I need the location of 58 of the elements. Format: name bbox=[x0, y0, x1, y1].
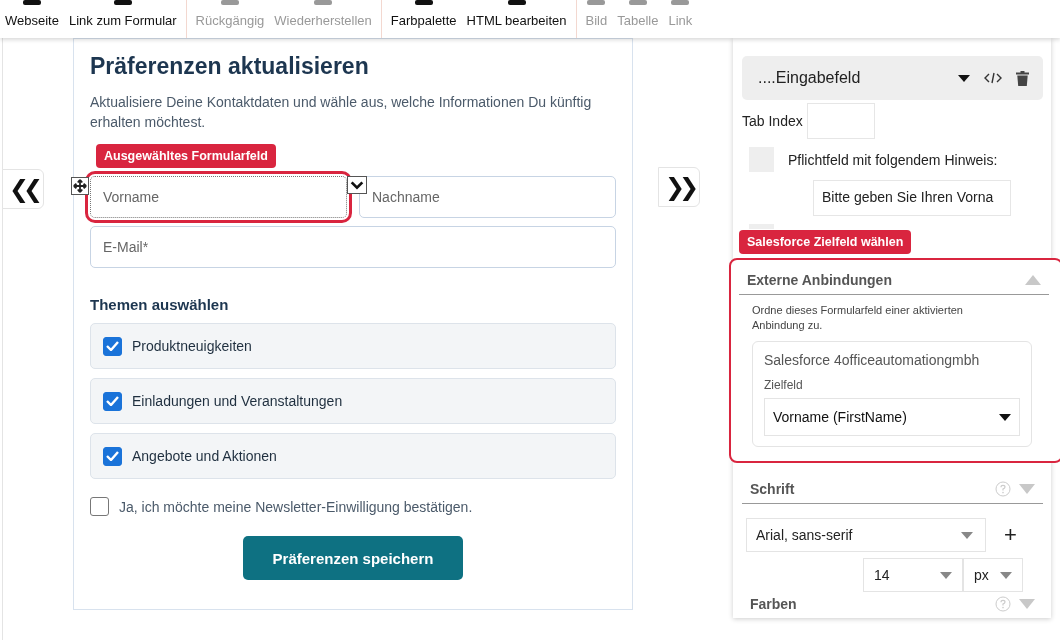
toolbar-icon bbox=[414, 0, 433, 5]
checkbox[interactable] bbox=[103, 446, 122, 466]
move-handle-icon[interactable] bbox=[71, 177, 89, 195]
toolbar-icon bbox=[628, 0, 647, 5]
save-button[interactable]: Präferenzen speichern bbox=[243, 536, 463, 580]
consent-label: Ja, ich möchte meine Newsletter-Einwilligung bestätigen. bbox=[119, 498, 473, 515]
toolbar-button[interactable]: Webseite bbox=[0, 13, 64, 38]
caret-icon bbox=[940, 571, 952, 579]
toolbar-button[interactable]: Farbpalette bbox=[385, 13, 462, 38]
target-field-badge: Salesforce Zielfeld wählen bbox=[739, 230, 912, 254]
intro-text: Aktualisiere Deine Kontaktdaten und wähle aus, welche Informationen Du künftig erhalten möchtest. bbox=[90, 93, 593, 132]
toolbar-icon bbox=[23, 0, 41, 5]
chevron-icon[interactable] bbox=[347, 176, 367, 194]
form-title: Präferenzen aktualisieren bbox=[90, 53, 370, 80]
topic-option[interactable]: Einladungen und Veranstaltungen bbox=[90, 378, 616, 424]
checkbox[interactable] bbox=[103, 391, 122, 411]
toolbar-icon bbox=[113, 0, 132, 5]
topic-option[interactable]: Angebote und Aktionen bbox=[90, 433, 616, 479]
toolbar-icon bbox=[671, 0, 690, 5]
add-button[interactable]: + bbox=[1004, 522, 1017, 548]
expand-toggle[interactable]: ❯❯ bbox=[658, 167, 701, 207]
target-field-select[interactable]: Vorname (FirstName) bbox=[764, 398, 1020, 436]
toolbar-button[interactable]: HTML bearbeiten bbox=[461, 13, 572, 38]
toolbar-button[interactable]: Link zum Formular bbox=[63, 13, 182, 38]
caret-icon bbox=[961, 531, 973, 539]
target-field-label: Zielfeld bbox=[764, 378, 804, 392]
font-family-select[interactable]: Arial, sans-serif bbox=[746, 518, 986, 552]
section-title: Schrift bbox=[750, 481, 795, 497]
checkbox[interactable] bbox=[90, 497, 109, 516]
checkbox[interactable] bbox=[749, 224, 774, 229]
topic-label: Einladungen und Veranstaltungen bbox=[132, 393, 343, 409]
tab-index-field[interactable] bbox=[806, 103, 875, 139]
topic-label: Produktneuigkeiten bbox=[132, 338, 252, 354]
toolbar-icon bbox=[314, 0, 333, 5]
topic-label: Angebote und Aktionen bbox=[132, 448, 277, 464]
toolbar-icon bbox=[587, 0, 606, 5]
topics-heading: Themen auswählen bbox=[90, 296, 230, 313]
checkbox[interactable] bbox=[103, 336, 122, 356]
selected-field-badge: Ausgewähltes Formularfeld bbox=[96, 144, 276, 168]
section-title: Externe Anbindungen bbox=[747, 272, 892, 288]
caret-icon bbox=[1000, 571, 1012, 579]
hint-field[interactable]: Bitte geben Sie Ihren Vorna bbox=[813, 180, 1011, 216]
code-icon[interactable] bbox=[984, 72, 1002, 84]
collapse-toggle[interactable]: ❮❮ bbox=[2, 169, 45, 209]
trash-icon[interactable] bbox=[1016, 70, 1029, 86]
font-size-select[interactable]: 14 bbox=[863, 558, 963, 592]
connection-name: Salesforce 4officeautomationgmbh bbox=[764, 352, 981, 368]
toolbar-icon bbox=[507, 0, 526, 5]
unit-select[interactable]: px bbox=[963, 558, 1023, 592]
tab-index-label: Tab Index bbox=[742, 113, 803, 129]
section-title: Farben bbox=[750, 596, 797, 612]
caret-icon bbox=[999, 413, 1011, 421]
required-label: Pflichtfeld mit folgendem Hinweis: bbox=[788, 152, 998, 168]
caret-icon bbox=[958, 74, 970, 82]
field-type-label: ....Eingabefeld bbox=[758, 69, 862, 87]
toolbar-icon bbox=[220, 0, 239, 5]
description-text: Ordne dieses Formularfeld einer aktivierten Anbindung zu. bbox=[752, 303, 964, 333]
topic-option[interactable]: Produktneuigkeiten bbox=[90, 323, 616, 369]
